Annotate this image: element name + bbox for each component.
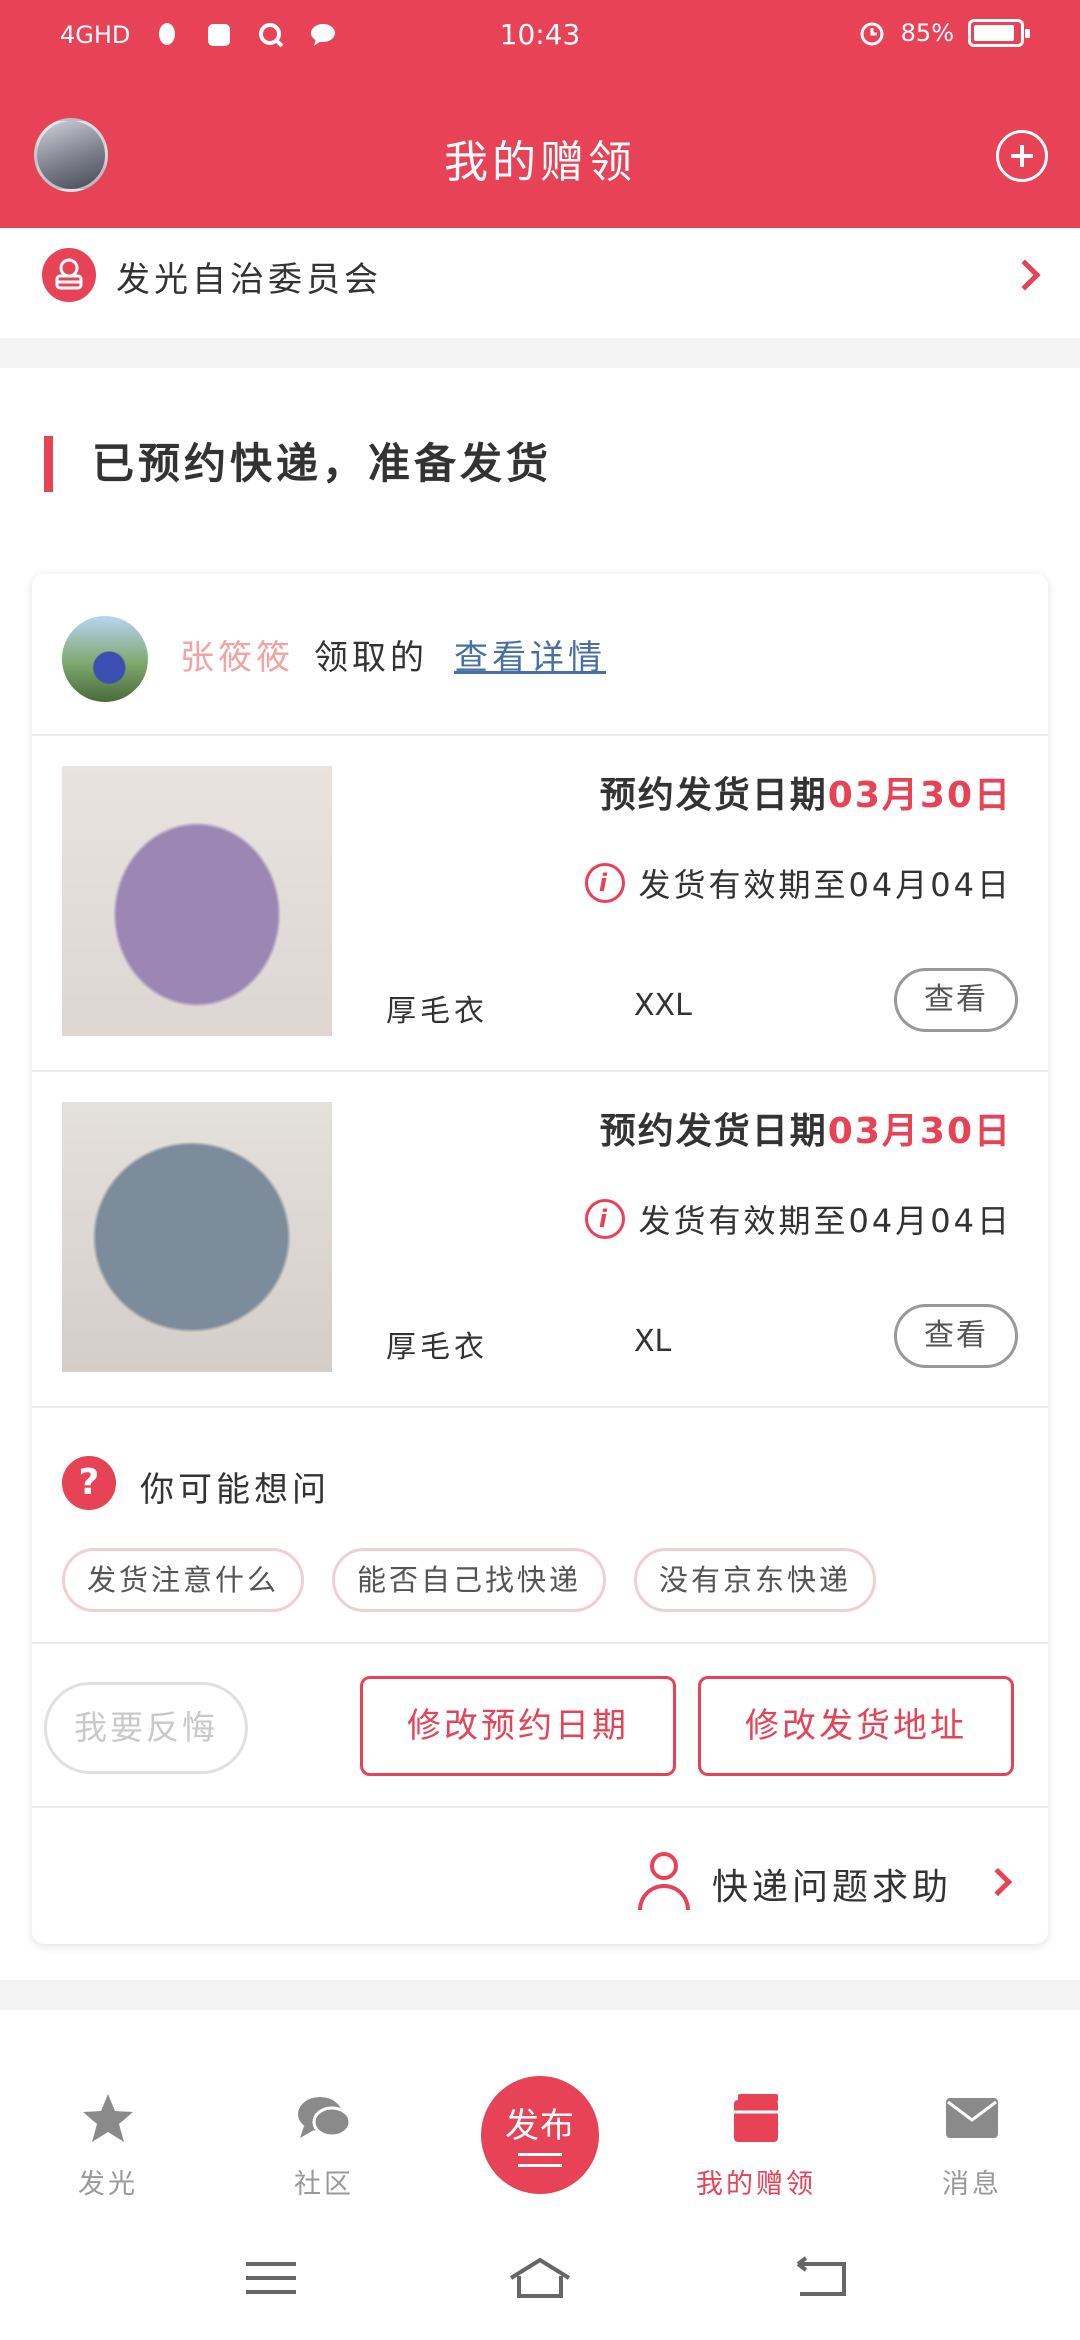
ship-date: 预约发货日期03月30日: [600, 1102, 1012, 1154]
org-name: 发光自治委员会: [116, 260, 382, 300]
back-icon[interactable]: [786, 2254, 856, 2302]
valid-until: i 发货有效期至04月04日: [584, 860, 1012, 906]
chat-bubbles-icon: [298, 2097, 352, 2138]
org-row[interactable]: 发光自治委员会: [0, 228, 1080, 338]
tab-label: 社区: [294, 2169, 354, 2200]
gift-item: 预约发货日期03月30日 i 发货有效期至04月04日 厚毛衣 XXL 查看: [32, 736, 1048, 1072]
courier-help-row[interactable]: 快递问题求助: [32, 1808, 1048, 1944]
gift-card: 张筱筱 领取的 查看详情 预约发货日期03月30日 i 发货有效期至04月04日…: [32, 574, 1048, 1944]
change-address-button[interactable]: 修改发货地址: [698, 1676, 1014, 1776]
view-item-button[interactable]: 查看: [894, 1304, 1018, 1368]
info-icon: i: [584, 863, 625, 903]
ship-date-value: 03月30日: [827, 775, 1012, 816]
tab-label: 消息: [942, 2169, 1002, 2200]
item-size: XXL: [634, 988, 692, 1023]
chevron-right-icon: [1009, 259, 1041, 291]
info-icon: i: [584, 1199, 625, 1239]
chevron-right-icon: [983, 1867, 1013, 1897]
menu-icon[interactable]: [236, 2254, 306, 2302]
home-icon[interactable]: [505, 2254, 575, 2302]
status-right: 85%: [857, 18, 1030, 48]
valid-until-text: 发货有效期至04月04日: [638, 1202, 1012, 1240]
view-detail-link[interactable]: 查看详情: [454, 630, 606, 679]
item-photo[interactable]: [62, 1102, 332, 1372]
receiver-name[interactable]: 张筱筱: [180, 630, 294, 679]
receiver-verb: 领取的: [314, 638, 428, 678]
org-icon: [42, 248, 96, 302]
faq-chips: 发货注意什么 能否自己找快递 没有京东快递: [62, 1548, 877, 1612]
ship-date-value: 03月30日: [827, 1111, 1012, 1152]
tab-label: 发光: [78, 2169, 138, 2200]
faq-title: 你可能想问: [140, 1470, 330, 1510]
status-bar: 4GHD 10:43 85%: [0, 0, 1080, 80]
person-icon: [636, 1852, 692, 1912]
item-name: 厚毛衣: [386, 994, 488, 1029]
card-header: 张筱筱 领取的 查看详情: [32, 574, 1048, 736]
tab-community[interactable]: 社区: [244, 2090, 404, 2201]
tab-label: 我的赠领: [696, 2169, 816, 2200]
question-icon: ?: [62, 1456, 116, 1510]
shipping-section: 已预约快递，准备发货 张筱筱 领取的 查看详情 预约发货日期03月30日 i 发…: [0, 368, 1080, 1980]
faq-chip[interactable]: 能否自己找快递: [332, 1548, 607, 1612]
section-accent-bar: [44, 436, 53, 492]
tab-messages[interactable]: 消息: [892, 2090, 1052, 2201]
publish-label: 发布: [505, 2106, 575, 2146]
alarm-icon: [860, 22, 884, 46]
valid-until-text: 发货有效期至04月04日: [638, 866, 1012, 904]
item-name: 厚毛衣: [386, 1330, 488, 1365]
tab-faguang[interactable]: 发光: [28, 2090, 188, 2201]
app-bar: 我的赠领: [0, 80, 1080, 228]
add-button[interactable]: [996, 130, 1048, 182]
section-title: 已预约快递，准备发货: [92, 439, 553, 488]
faq-chip[interactable]: 没有京东快递: [634, 1548, 877, 1612]
ship-date-label: 预约发货日期: [599, 1111, 828, 1152]
publish-button[interactable]: 发布: [481, 2076, 599, 2194]
ship-date-label: 预约发货日期: [599, 775, 828, 816]
tab-my-gifts[interactable]: 我的赠领: [676, 2090, 836, 2201]
ship-date: 预约发货日期03月30日: [600, 766, 1012, 818]
regret-button[interactable]: 我要反悔: [44, 1682, 248, 1774]
bottom-tab-bar: 发光 社区 发布 我的赠领 消息: [0, 2010, 1080, 2210]
page-title: 我的赠领: [444, 137, 636, 188]
battery-percent: 85%: [900, 19, 954, 47]
valid-until: i 发货有效期至04月04日: [584, 1196, 1012, 1242]
courier-help-label: 快递问题求助: [712, 1867, 953, 1908]
action-row: 我要反悔 修改预约日期 修改发货地址: [32, 1644, 1048, 1808]
view-item-button[interactable]: 查看: [894, 968, 1018, 1032]
item-size: XL: [634, 1324, 672, 1359]
system-nav-bar: [0, 2210, 1080, 2340]
battery-icon: [968, 19, 1030, 47]
star-icon: [83, 2094, 133, 2142]
gift-item: 预约发货日期03月30日 i 发货有效期至04月04日 厚毛衣 XL 查看: [32, 1072, 1048, 1408]
envelope-icon: [946, 2098, 998, 2138]
receiver-avatar[interactable]: [62, 616, 148, 702]
gift-box-icon: [734, 2094, 778, 2142]
change-date-button[interactable]: 修改预约日期: [360, 1676, 676, 1776]
faq-chip[interactable]: 发货注意什么: [62, 1548, 305, 1612]
item-photo[interactable]: [62, 766, 332, 1036]
faq-section: ? 你可能想问 发货注意什么 能否自己找快递 没有京东快递: [32, 1408, 1048, 1644]
publish-icon: [518, 2153, 562, 2167]
